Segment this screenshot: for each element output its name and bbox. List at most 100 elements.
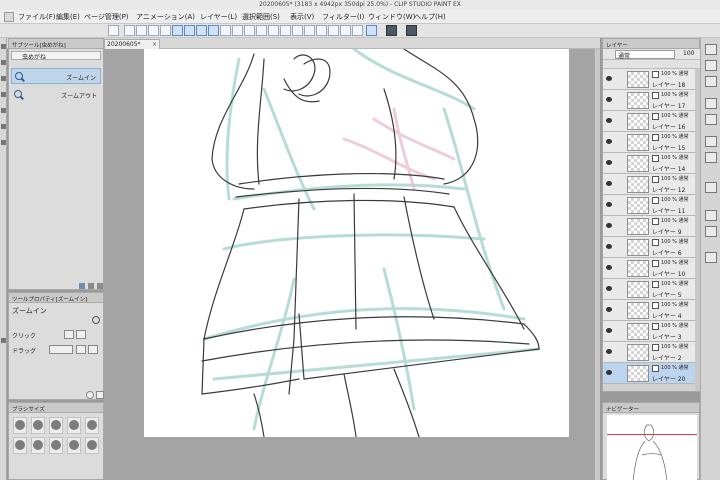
canvas-paper[interactable] [144,47,569,438]
menu-animation[interactable]: アニメーション(A) [136,12,195,22]
app-icon[interactable] [4,12,14,22]
panel-icon[interactable] [705,114,717,125]
brush-size-preset[interactable] [31,417,45,434]
brush-size-preset[interactable] [85,437,99,454]
pencil-tool-icon[interactable] [1,108,6,113]
brush-size-preset[interactable] [49,437,63,454]
brush-size-preset[interactable] [85,417,99,434]
settings-icon[interactable] [304,25,315,36]
wrench-icon[interactable] [96,391,104,399]
eye-icon[interactable] [606,349,612,354]
snap-icon[interactable] [328,25,339,36]
panel-icon[interactable] [705,182,717,193]
eye-icon[interactable] [606,97,612,102]
menu-edit[interactable]: 編集(E) [56,12,80,22]
fill-icon[interactable] [268,25,279,36]
layer-row[interactable]: 100 % 通常 レイヤー 12 [603,174,695,195]
cut-icon[interactable] [220,25,231,36]
panel-icon[interactable] [705,136,717,147]
brush-size-preset[interactable] [13,437,27,454]
layer-row[interactable]: 100 % 通常 レイヤー 4 [603,300,695,321]
menu-page[interactable]: ページ管理(P) [84,12,129,22]
close-icon[interactable]: × [152,41,157,48]
eye-icon[interactable] [606,76,612,81]
crop-icon[interactable] [292,25,303,36]
layer-row[interactable]: 100 % 通常 レイヤー 5 [603,279,695,300]
pen-tool-icon[interactable] [1,92,6,97]
drag-zoom-icon[interactable] [76,345,86,354]
tutorial-icon[interactable] [386,25,397,36]
layer-row[interactable]: 100 % 通常 レイヤー 14 [603,153,695,174]
subtool-zoom-in[interactable]: ズームイン [11,68,101,84]
delete-subtool-icon[interactable] [97,283,103,289]
canvas-scrollbar[interactable] [594,49,600,480]
zoom-out-icon[interactable] [136,25,147,36]
chevron-down-icon[interactable] [88,345,98,354]
eye-icon[interactable] [108,25,119,36]
panel-icon[interactable] [705,152,717,163]
subtool-group-tab[interactable]: 虫めがね [11,51,101,61]
help-icon[interactable] [406,25,417,36]
eye-icon[interactable] [606,118,612,123]
zoom-in-icon[interactable] [124,25,135,36]
drag-mode-icon[interactable] [49,345,73,354]
layer-row[interactable]: 100 % 通常 レイヤー 10 [603,258,695,279]
menu-view[interactable]: 表示(V) [290,12,314,22]
layer-row[interactable]: 100 % 通常 レイヤー 3 [603,321,695,342]
lasso-icon[interactable] [184,25,195,36]
gear-icon[interactable] [86,391,94,399]
layer-row[interactable]: 100 % 通常 レイヤー 9 [603,216,695,237]
copy-subtool-icon[interactable] [79,283,85,289]
panel-icon[interactable] [705,60,717,71]
eye-icon[interactable] [606,307,612,312]
layer-row[interactable]: 100 % 通常 レイヤー 2 [603,342,695,363]
eye-icon[interactable] [606,286,612,291]
grid-icon[interactable] [340,25,351,36]
eye-icon[interactable] [606,244,612,249]
eye-icon[interactable] [606,223,612,228]
guide-icon[interactable] [366,25,377,36]
document-tab[interactable]: 20200605* × [104,39,160,49]
panel-icon[interactable] [705,226,717,237]
layer-row[interactable]: 100 % 通常 レイヤー 15 [603,132,695,153]
move-tool-icon[interactable] [1,60,6,65]
new-subtool-icon[interactable] [88,283,94,289]
brush-tool-icon[interactable] [1,124,6,129]
eye-icon[interactable] [606,181,612,186]
menu-selection[interactable]: 選択範囲(S) [242,12,280,22]
zoom-tool-icon[interactable] [1,44,6,49]
eye-icon[interactable] [606,370,612,375]
eye-icon[interactable] [606,160,612,165]
menu-file[interactable]: ファイル(F) [18,12,56,22]
brush-size-preset[interactable] [67,437,81,454]
new-file-icon[interactable] [160,25,171,36]
menu-window[interactable]: ウィンドウ(W) [368,12,415,22]
fit-icon[interactable] [148,25,159,36]
click-zoom-in-icon[interactable] [64,330,74,339]
panel-icon[interactable] [705,210,717,221]
search-icon[interactable] [92,316,100,324]
brush-size-preset[interactable] [13,417,27,434]
clear-icon[interactable] [256,25,267,36]
ruler-icon[interactable] [316,25,327,36]
redo-icon[interactable] [208,25,219,36]
layer-row[interactable]: 100 % 通常 レイヤー 17 [603,90,695,111]
panel-icon[interactable] [705,252,717,263]
navigator-preview[interactable] [607,415,697,480]
panel-icon[interactable] [705,76,717,87]
eye-icon[interactable] [606,265,612,270]
main-color-icon[interactable] [1,338,6,343]
layer-row[interactable]: 100 % 通常 レイヤー 20 [603,363,695,384]
menu-help[interactable]: ヘルプ(H) [414,12,446,22]
eye-icon[interactable] [606,139,612,144]
menu-layer[interactable]: レイヤー(L) [200,12,237,22]
canvas-area[interactable] [104,47,600,480]
subtool-zoom-out[interactable]: ズームアウト [11,87,101,103]
menu-filter[interactable]: フィルター(I) [322,12,364,22]
select-tool-icon[interactable] [1,76,6,81]
brush-size-preset[interactable] [49,417,63,434]
layer-row[interactable]: 100 % 通常 レイヤー 18 [603,69,695,90]
select-icon[interactable] [172,25,183,36]
layer-row[interactable]: 100 % 通常 レイヤー 11 [603,195,695,216]
blend-mode-select[interactable]: 通常 [615,50,675,60]
